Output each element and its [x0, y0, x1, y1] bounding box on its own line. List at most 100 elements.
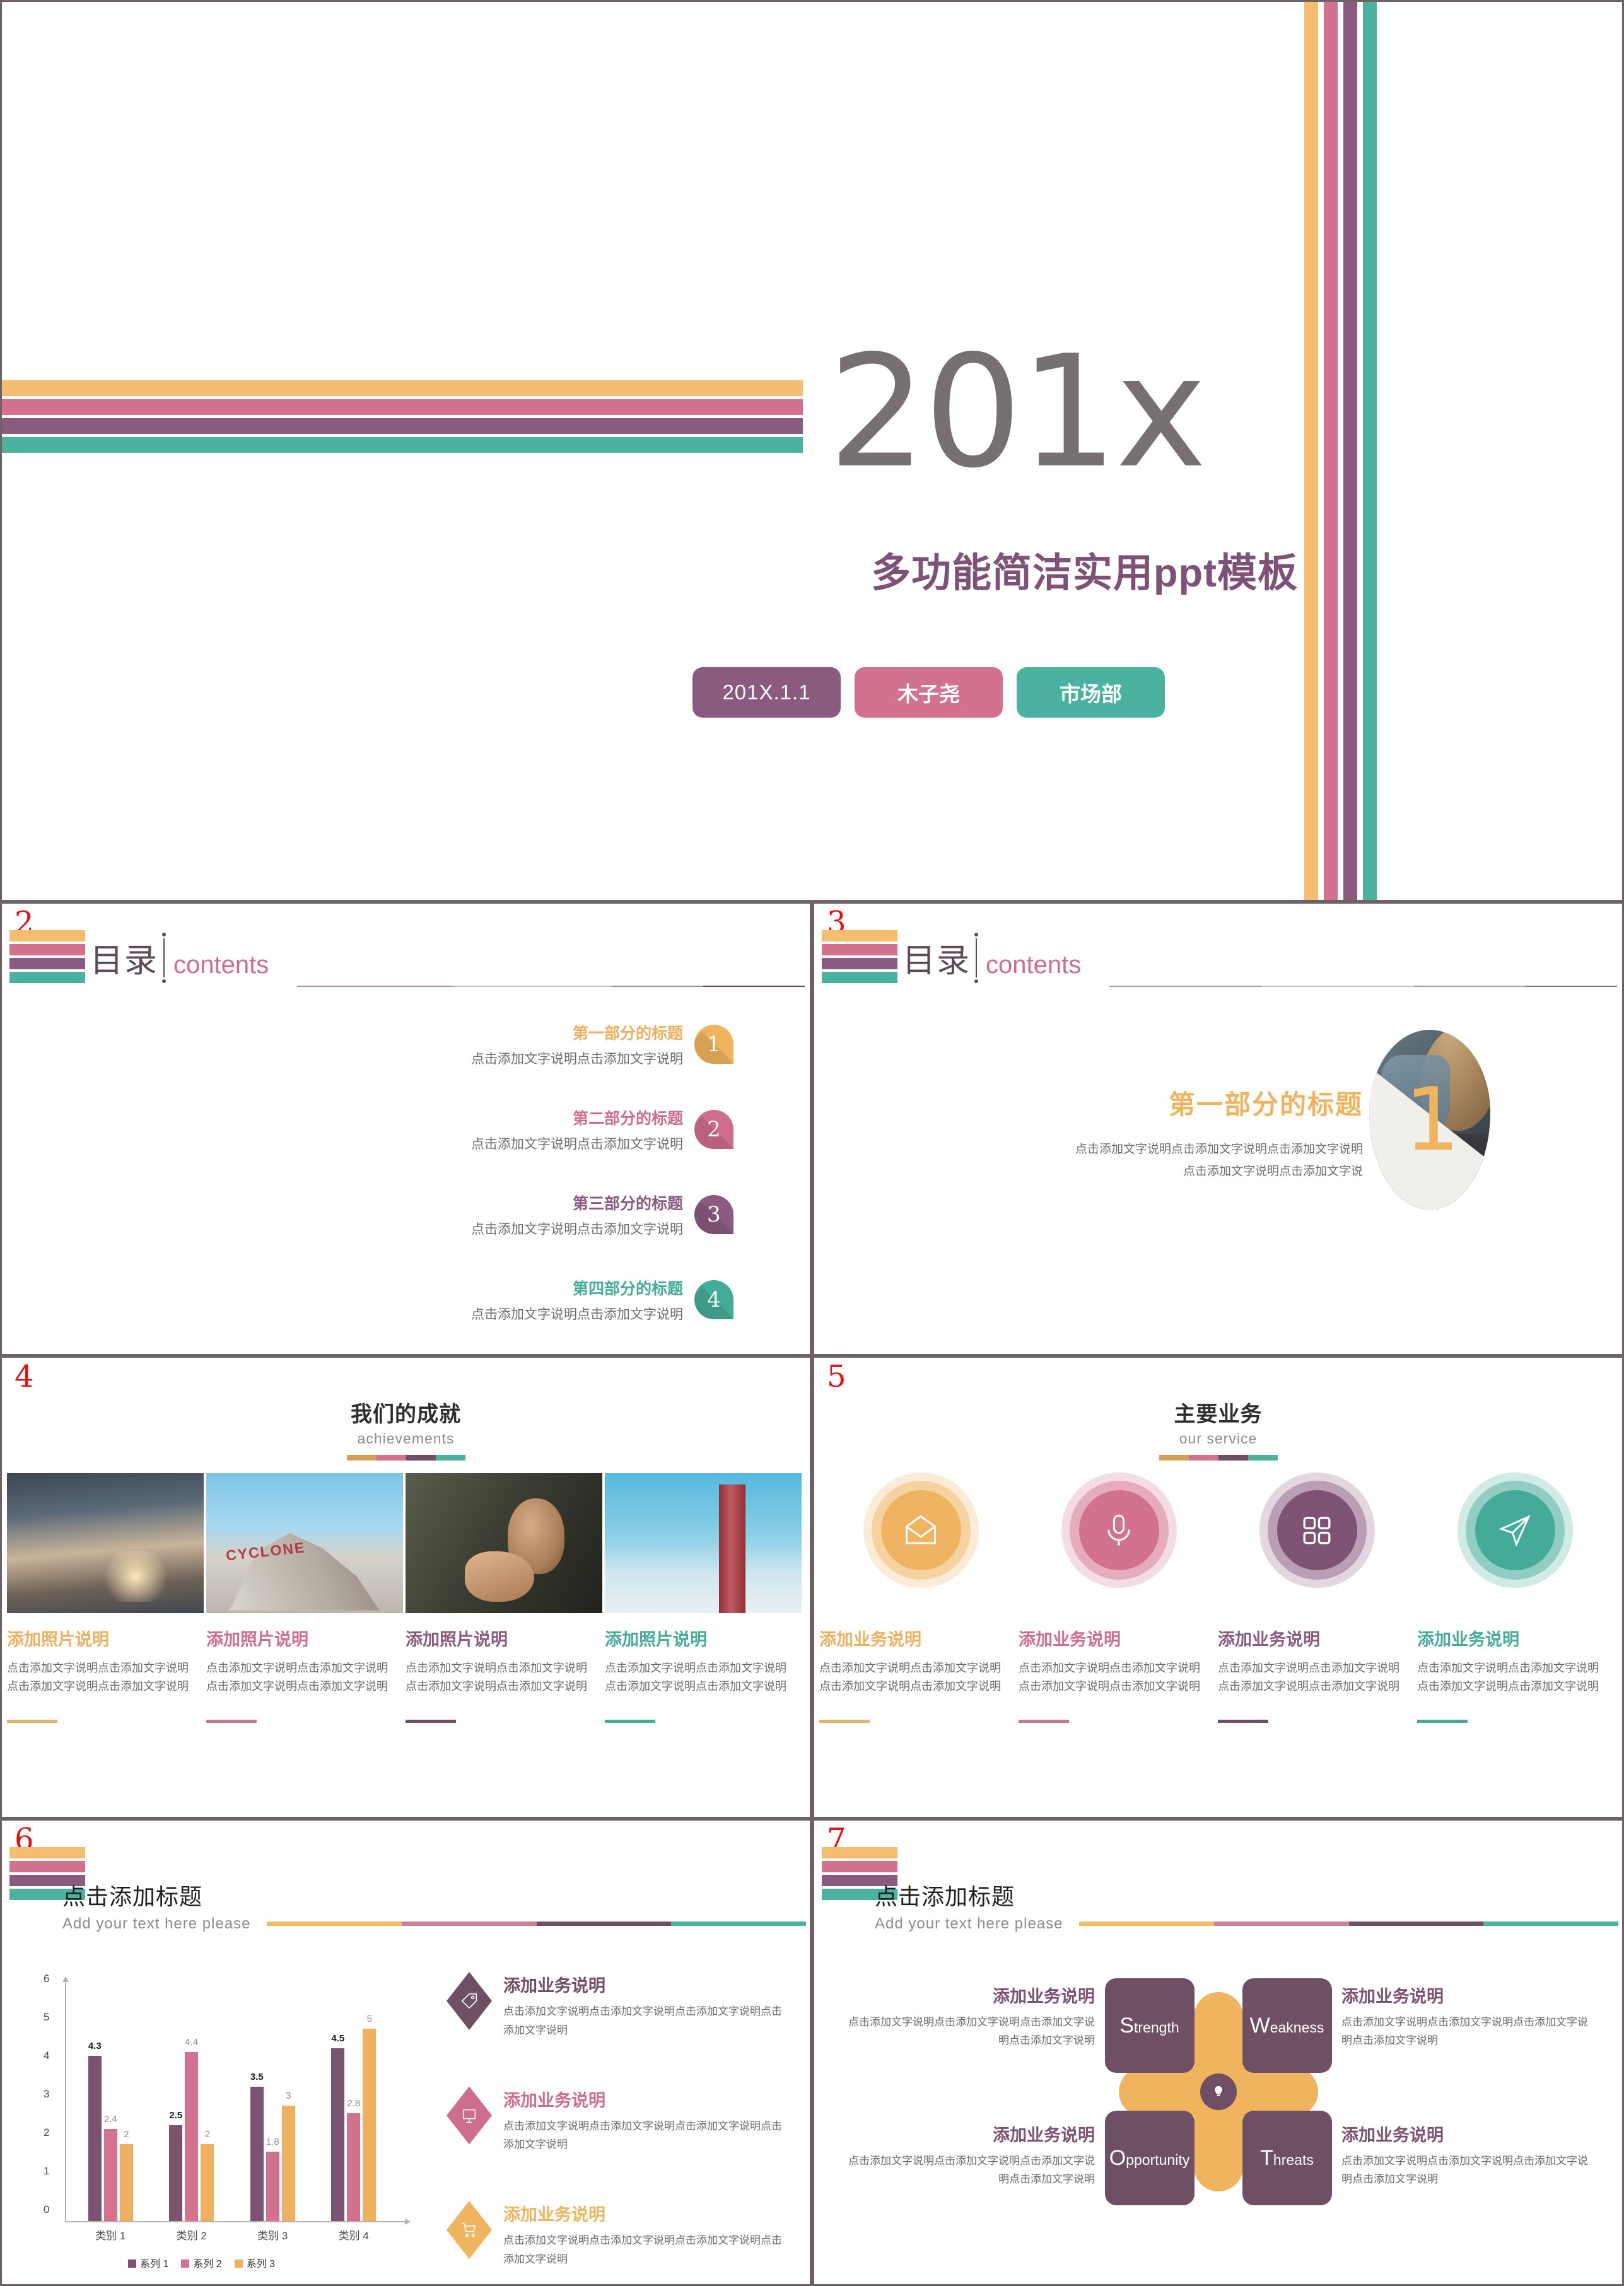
- service-icon-cell[interactable]: [1416, 1472, 1614, 1588]
- shopping-cart-icon: [462, 2223, 476, 2237]
- y-tick: 5: [44, 2011, 50, 2023]
- heading-cn: 主要业务: [1174, 1403, 1263, 1426]
- slide-number: 4: [15, 1359, 34, 1394]
- list-item[interactable]: 第四部分的标题 点击添加文字说明点击添加文字说明 4: [380, 1266, 733, 1333]
- list-item[interactable]: 添加业务说明 点击添加文字说明点击添加文字说明点击添加文字说明点击添加文字说明: [447, 2086, 787, 2155]
- caption-title: 添加照片说明: [7, 1630, 109, 1649]
- blurb-desc: 点击添加文字说明点击添加文字说明点击添加文字说明点击添加文字说明: [503, 2005, 782, 2036]
- title-en: Add your text here please: [875, 1915, 1063, 1932]
- bar: 2.4: [103, 2114, 117, 2221]
- service-icon-cell[interactable]: [1020, 1472, 1218, 1588]
- caption-desc: 点击添加文字说明点击添加文字说明点击添加文字说明点击添加文字说明: [1417, 1662, 1599, 1693]
- list-item[interactable]: 添加业务说明 点击添加文字说明点击添加文字说明点击添加文字说明点击添加文字说明: [1218, 1626, 1415, 1723]
- pill-author[interactable]: 木子尧: [855, 667, 1003, 718]
- pill-department[interactable]: 市场部: [1017, 667, 1165, 718]
- blurb-title: 添加业务说明: [503, 2091, 605, 2110]
- list-item[interactable]: 添加业务说明 点击添加文字说明点击添加文字说明点击添加文字说明点击添加文字说明: [447, 2201, 787, 2269]
- service-icon-cell[interactable]: [822, 1472, 1020, 1588]
- heading-cn: 目录: [90, 943, 159, 979]
- list-item[interactable]: 第二部分的标题 点击添加文字说明点击添加文字说明 2: [380, 1096, 733, 1162]
- y-tick: 1: [44, 2165, 50, 2177]
- section-photo: 1: [1369, 1030, 1490, 1210]
- bar-group: 4.3 2.4 2: [70, 1981, 151, 2221]
- slide-deck: 201x 多功能简洁实用ppt模板 201X.1.1 木子尧 市场部 2 目录 …: [0, 0, 1624, 2286]
- swot-quadrant-strength[interactable]: Strength: [1104, 1978, 1195, 2073]
- list-item[interactable]: 添加照片说明 点击添加文字说明点击添加文字说明点击添加文字说明点击添加文字说明: [605, 1626, 802, 1723]
- swot-text-bottom-right: 添加业务说明 点击添加文字说明点击添加文字说明点击添加文字说明点击添加文字说明: [1341, 2121, 1594, 2189]
- slide-achievements: 4 我们的成就 achievements 添加照片说明 点击添加文字说明点击添加…: [2, 1358, 810, 1817]
- title-en: Add your text here please: [62, 1915, 251, 1932]
- swot-quadrant-threats[interactable]: Threats: [1242, 2111, 1332, 2205]
- roller-coaster-cyclone-photo: [206, 1473, 403, 1613]
- y-tick: 4: [44, 2050, 50, 2061]
- caption-title: 添加照片说明: [605, 1630, 707, 1649]
- x-tick-labels: 类别 1 类别 2 类别 3 类别 4: [70, 2227, 394, 2242]
- x-tick: 类别 3: [257, 2230, 288, 2242]
- presentation-subtitle: 多功能简洁实用ppt模板: [871, 551, 1298, 595]
- list-item[interactable]: 第三部分的标题 点击添加文字说明点击添加文字说明 3: [380, 1181, 733, 1247]
- icon-ring: [1259, 1472, 1375, 1588]
- heading-divider-icon: [974, 933, 979, 983]
- swot-center-badge: [1200, 2073, 1237, 2110]
- list-item[interactable]: 添加业务说明 点击添加文字说明点击添加文字说明点击添加文字说明点击添加文字说明: [447, 1972, 787, 2040]
- vbar-green: [1363, 2, 1377, 900]
- swot-text-top-right: 添加业务说明 点击添加文字说明点击添加文字说明点击添加文字说明点击添加文字说明: [1341, 1983, 1594, 2050]
- legend-item[interactable]: 系列 2: [181, 2255, 222, 2270]
- page-title: 点击添加标题 Add your text here please: [62, 1879, 251, 1933]
- title-cn: 点击添加标题: [62, 1884, 203, 1910]
- heading-divider-icon: [162, 933, 166, 983]
- icon-ring: [863, 1472, 979, 1588]
- bar-orange: [2, 380, 803, 396]
- swot-quadrant-weakness[interactable]: Weakness: [1242, 1978, 1332, 2073]
- list-item[interactable]: 添加照片说明 点击添加文字说明点击添加文字说明点击添加文字说明点击添加文字说明: [206, 1626, 403, 1723]
- heading-rule: [1109, 986, 1617, 987]
- caption-underline: [1019, 1720, 1069, 1723]
- list-item[interactable]: 添加业务说明 点击添加文字说明点击添加文字说明点击添加文字说明点击添加文字说明: [1019, 1626, 1215, 1723]
- toc-number-badge: 1: [694, 1024, 733, 1064]
- slide-title: 201x 多功能简洁实用ppt模板 201X.1.1 木子尧 市场部: [2, 2, 1622, 900]
- blurb-badge: [447, 2086, 492, 2145]
- paper-plane-icon: [1498, 1514, 1531, 1547]
- legend-item[interactable]: 系列 3: [234, 2255, 275, 2270]
- list-item[interactable]: 添加业务说明 点击添加文字说明点击添加文字说明点击添加文字说明点击添加文字说明: [819, 1626, 1016, 1723]
- envelope-icon: [906, 1515, 936, 1544]
- slide-contents: 2 目录 contents 第一部分的标题 点击添加文字说明点击添加文字说明 1: [2, 904, 810, 1354]
- heading-cn: 目录: [903, 943, 971, 979]
- pill-date[interactable]: 201X.1.1: [692, 667, 841, 718]
- caption-underline: [7, 1720, 57, 1723]
- toc-number-badge: 2: [694, 1109, 733, 1149]
- list-item[interactable]: 添加业务说明 点击添加文字说明点击添加文字说明点击添加文字说明点击添加文字说明: [1417, 1626, 1614, 1723]
- bar: 2: [201, 2129, 214, 2221]
- blurb-badge: [447, 1972, 492, 2030]
- swot-grid: Strength Weakness Opportunity Threats: [1104, 1978, 1332, 2205]
- toc-item-title: 第四部分的标题: [572, 1280, 683, 1298]
- bar-purple: [2, 418, 803, 434]
- lightbulb-icon: [1214, 2085, 1222, 2097]
- bar-groups: 4.3 2.4 2 2.5 4.4 2 3.5 1.8 3 4.5 2.8 5: [70, 1981, 394, 2221]
- chart-blurbs: 添加业务说明 点击添加文字说明点击添加文字说明点击添加文字说明点击添加文字说明 …: [447, 1972, 787, 2284]
- swot-quadrant-opportunity[interactable]: Opportunity: [1104, 2111, 1195, 2205]
- heading-en: our service: [1179, 1430, 1258, 1447]
- caption-title: 添加业务说明: [1417, 1630, 1519, 1649]
- header-color-bars: [822, 930, 897, 983]
- list-item[interactable]: 第一部分的标题 点击添加文字说明点击添加文字说明 1: [380, 1011, 733, 1077]
- blurb-title: 添加业务说明: [503, 1976, 605, 1995]
- x-tick: 类别 2: [176, 2230, 207, 2242]
- x-tick: 类别 1: [95, 2230, 126, 2242]
- caption-title: 添加照片说明: [206, 1630, 308, 1649]
- toc-item-title: 第三部分的标题: [572, 1194, 683, 1213]
- service-icon-cell[interactable]: [1218, 1472, 1416, 1588]
- legend-item[interactable]: 系列 1: [128, 2255, 168, 2270]
- list-item[interactable]: 添加照片说明 点击添加文字说明点击添加文字说明点击添加文字说明点击添加文字说明: [7, 1626, 204, 1723]
- swot-text-title: 添加业务说明: [1341, 2126, 1444, 2145]
- bar-pink: [822, 944, 897, 955]
- caption-underline: [819, 1720, 870, 1723]
- list-item[interactable]: 添加照片说明 点击添加文字说明点击添加文字说明点击添加文字说明点击添加文字说明: [406, 1626, 602, 1723]
- bar-group: 3.5 1.8 3: [232, 1981, 313, 2221]
- bar: 2.5: [169, 2110, 183, 2221]
- x-axis: [65, 2219, 411, 2225]
- caption-title: 添加业务说明: [1019, 1630, 1121, 1649]
- toc-item-title: 第一部分的标题: [572, 1024, 683, 1042]
- caption-desc: 点击添加文字说明点击添加文字说明点击添加文字说明点击添加文字说明: [406, 1662, 587, 1693]
- contents-heading: 目录 contents: [903, 933, 1081, 983]
